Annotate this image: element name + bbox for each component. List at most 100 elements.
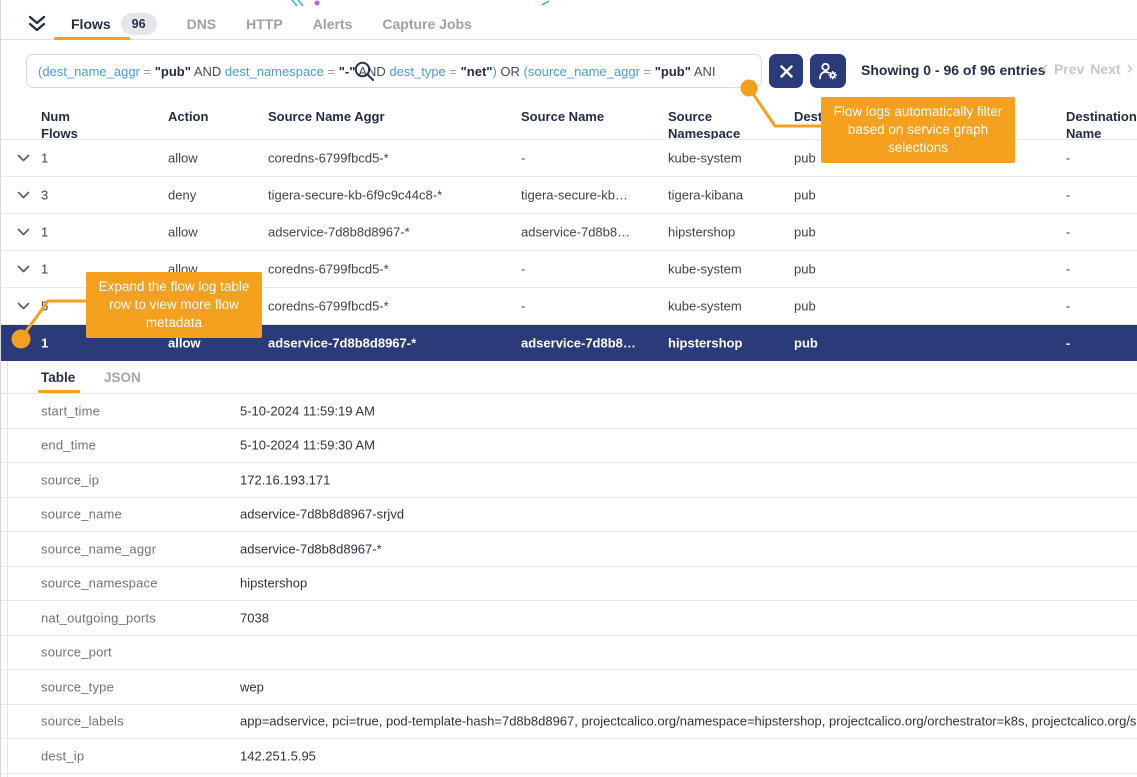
cell-destination-name: -: [1066, 299, 1070, 314]
tabs-container: Flows96 DNS HTTP Alerts Capture Jobs: [71, 13, 502, 35]
tab-label: Flows: [71, 16, 111, 32]
query-token: "net": [461, 64, 493, 79]
next-button[interactable]: Next: [1090, 61, 1120, 77]
query-token: dest_type: [389, 64, 445, 79]
detail-value: adservice-7d8b8d8967-*: [240, 541, 1137, 556]
expand-row-icon[interactable]: [17, 302, 30, 310]
cell-source-name-aggr: adservice-7d8b8d8967-*: [268, 225, 410, 240]
cell-dest-name-aggr: pub: [794, 151, 816, 166]
user-gear-icon: [818, 62, 838, 80]
showing-entries-text: Showing 0 - 96 of 96 entries: [861, 62, 1045, 78]
detail-tab-json[interactable]: JSON: [104, 370, 141, 385]
detail-row-source-type: source_type wep: [1, 670, 1137, 705]
prev-button[interactable]: Prev: [1054, 61, 1084, 77]
tab-label: Capture Jobs: [382, 16, 471, 32]
detail-tab-table[interactable]: Table: [41, 370, 75, 385]
pagination: ‹ Prev Next ›: [1042, 61, 1133, 77]
detail-value: adservice-7d8b8d8967-srjvd: [240, 507, 1137, 522]
cell-num-flows: 5: [41, 299, 48, 314]
cell-num-flows: 1: [41, 151, 48, 166]
search-icon[interactable]: [354, 61, 375, 82]
prev-angle-icon: ‹: [1042, 62, 1048, 76]
flow-row[interactable]: 3denytigera-secure-kb-6f9c9c44c8-*tigera…: [1, 176, 1137, 213]
detail-key: source_port: [41, 645, 112, 660]
detail-value: app=adservice, pci=true, pod-template-ha…: [240, 714, 1137, 729]
cell-source-name: tigera-secure-kb…: [521, 188, 628, 203]
tab-label: Alerts: [313, 16, 353, 32]
cell-num-flows: 1: [41, 225, 48, 240]
detail-row-start-time: start_time 5-10-2024 11:59:19 AM: [1, 394, 1137, 429]
expand-row-icon[interactable]: [17, 191, 30, 199]
collapse-panel-icon[interactable]: [27, 15, 47, 33]
query-token: "-": [339, 64, 356, 79]
cell-source-name-aggr: adservice-7d8b8d8967-*: [268, 336, 416, 351]
detail-value: 142.251.5.95: [240, 748, 1137, 763]
cell-source-name: -: [521, 262, 525, 277]
cell-dest-name-aggr: pub: [794, 262, 816, 277]
expand-row-icon[interactable]: [17, 228, 30, 236]
clear-filter-button[interactable]: [769, 54, 803, 88]
close-icon: [780, 65, 793, 78]
detail-key: end_time: [41, 438, 96, 453]
cell-destination-name: -: [1066, 188, 1070, 203]
detail-key: source_type: [41, 679, 114, 694]
detail-row-source-name-aggr: source_name_aggr adservice-7d8b8d8967-*: [1, 532, 1137, 567]
detail-value: 5-10-2024 11:59:19 AM: [240, 403, 1137, 418]
next-angle-icon: ›: [1127, 62, 1133, 76]
detail-value: hipstershop: [240, 576, 1137, 591]
detail-key: source_name_aggr: [41, 541, 156, 556]
detail-fields: start_time 5-10-2024 11:59:19 AM end_time 5…: [1, 394, 1137, 774]
detail-key: source_labels: [41, 714, 124, 729]
cell-source-namespace: kube-system: [668, 299, 742, 314]
column-header-source-name: Source Name: [521, 108, 604, 125]
query-token: "pub": [155, 64, 191, 79]
detail-key: nat_outgoing_ports: [41, 610, 156, 625]
tab-dns[interactable]: DNS: [187, 16, 217, 32]
detail-row-dest-ip: dest_ip 142.251.5.95: [1, 739, 1137, 774]
column-settings-button[interactable]: [810, 54, 846, 88]
cell-dest-name-aggr: pub: [794, 336, 818, 351]
detail-row-end-time: end_time 5-10-2024 11:59:30 AM: [1, 429, 1137, 464]
active-tab-underline: [54, 37, 130, 40]
detail-row-source-name: source_nameadservice-7d8b8d8967-srjvd: [1, 498, 1137, 533]
cell-source-name: -: [521, 299, 525, 314]
detail-value: 7038: [240, 610, 1137, 625]
flow-row[interactable]: 1allowadservice-7d8b8d8967-*adservice-7d…: [1, 213, 1137, 250]
cell-destination-name: -: [1066, 225, 1070, 240]
tab-alerts[interactable]: Alerts: [313, 16, 353, 32]
cell-destination-name: -: [1066, 262, 1070, 277]
query-token: =: [144, 64, 152, 79]
tab-flows[interactable]: Flows96: [71, 13, 157, 35]
detail-key: source_ip: [41, 472, 99, 487]
expand-row-icon[interactable]: [17, 265, 30, 273]
column-header-num-flows: Num Flows: [41, 108, 89, 142]
detail-value: 5-10-2024 11:59:30 AM: [240, 438, 1137, 453]
tab-label: HTTP: [246, 16, 283, 32]
detail-key: source_namespace: [41, 576, 158, 591]
column-header-source-name-aggr: Source Name Aggr: [268, 108, 385, 125]
filter-query-input[interactable]: (dest_name_aggr = "pub" AND dest_namespa…: [26, 54, 762, 88]
query-token: =: [449, 64, 457, 79]
expand-row-icon[interactable]: [17, 154, 30, 162]
detail-row-source-ip: source_ip172.16.193.171: [1, 463, 1137, 498]
tab-capture-jobs[interactable]: Capture Jobs: [382, 16, 471, 32]
cell-source-namespace: kube-system: [668, 151, 742, 166]
cell-source-name: adservice-7d8b8…: [521, 336, 636, 351]
query-token: ): [492, 64, 496, 79]
query-token: dest_namespace: [225, 64, 324, 79]
detail-tabs: Table JSON: [1, 361, 1137, 394]
flow-logs-tabbar: Flows96 DNS HTTP Alerts Capture Jobs: [1, 8, 1137, 40]
column-header-destination-name: Destination Name: [1066, 108, 1137, 142]
cell-num-flows: 3: [41, 188, 48, 203]
cell-source-name: adservice-7d8b8…: [521, 225, 630, 240]
cell-action: deny: [168, 188, 196, 203]
tab-label: DNS: [187, 16, 217, 32]
cell-destination-name: -: [1066, 336, 1070, 351]
detail-row-source-port: source_port: [1, 636, 1137, 671]
tab-http[interactable]: HTTP: [246, 16, 283, 32]
cell-num-flows: 1: [41, 336, 48, 351]
detail-key: start_time: [41, 403, 100, 418]
detail-key: dest_ip: [41, 748, 84, 763]
detail-value: wep: [240, 679, 1137, 694]
expand-tip-callout: Expand the flow log table row to view mo…: [86, 272, 262, 338]
